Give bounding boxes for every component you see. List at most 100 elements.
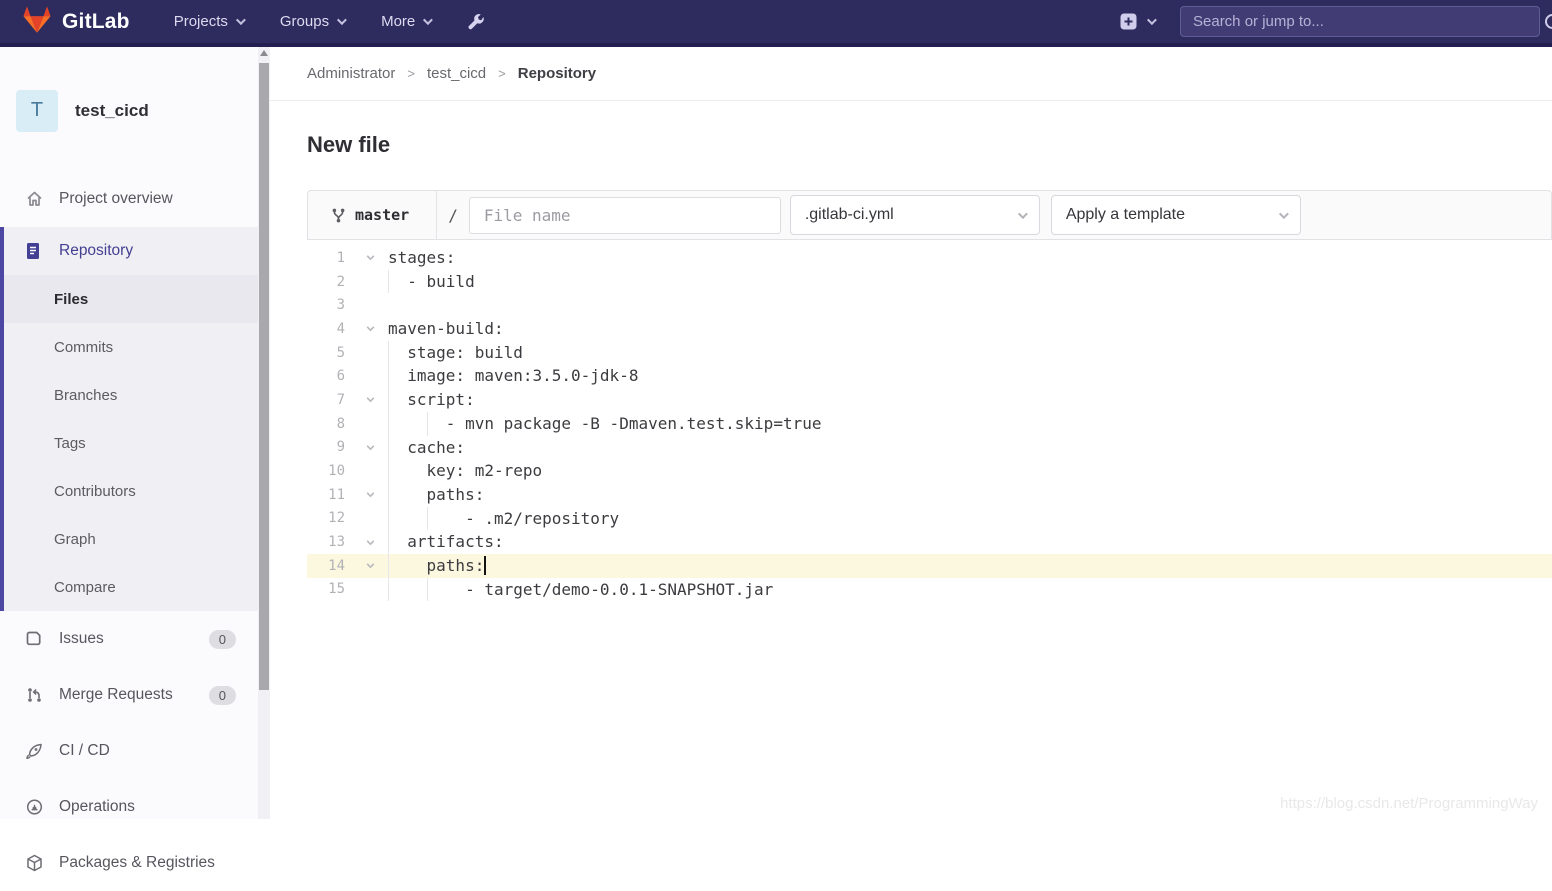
gitlab-home-link[interactable]: GitLab [22, 5, 130, 39]
admin-area-button[interactable] [466, 12, 485, 31]
code-line-6[interactable]: 6 image: maven:3.5.0-jdk-8 [307, 364, 1552, 388]
new-item-menu[interactable] [1120, 13, 1154, 30]
code-line-1[interactable]: 1stages: [307, 246, 1552, 270]
sidebar-subitem-tags[interactable]: Tags [4, 419, 258, 467]
code-text[interactable]: paths: [383, 483, 1552, 507]
sidebar-item-merge-requests[interactable]: Merge Requests0 [0, 667, 258, 723]
sidebar-subitem-graph[interactable]: Graph [4, 515, 258, 563]
line-number: 9 [307, 439, 357, 455]
breadcrumb-administrator[interactable]: Administrator [307, 65, 395, 82]
chevron-down-icon [1018, 209, 1028, 219]
branch-name: master [355, 206, 409, 224]
indent-guide [388, 412, 389, 436]
code-line-2[interactable]: 2 - build [307, 270, 1552, 294]
sidebar-subitem-contributors[interactable]: Contributors [4, 467, 258, 515]
fold-toggle-icon[interactable] [357, 560, 383, 571]
path-separator: / [448, 206, 458, 225]
file-name-input[interactable] [469, 197, 781, 234]
sidebar-nav: Project overview Repository Files Commits Br… [0, 171, 258, 891]
menu-projects[interactable]: Projects [174, 13, 243, 30]
line-number: 14 [307, 558, 357, 574]
code-text[interactable]: stage: build [383, 341, 1552, 365]
code-text[interactable]: artifacts: [383, 530, 1552, 554]
code-line-3[interactable]: 3 [307, 293, 1552, 317]
code-text[interactable]: paths: [383, 554, 1552, 578]
line-number: 8 [307, 416, 357, 432]
fold-toggle-icon[interactable] [357, 489, 383, 500]
project-avatar: T [16, 90, 58, 132]
code-text[interactable]: - target/demo-0.0.1-SNAPSHOT.jar [383, 578, 1552, 602]
code-text[interactable]: stages: [383, 246, 1552, 270]
code-text[interactable]: image: maven:3.5.0-jdk-8 [383, 364, 1552, 388]
line-number: 10 [307, 463, 357, 479]
menu-groups[interactable]: Groups [280, 13, 344, 30]
code-line-13[interactable]: 13 artifacts: [307, 530, 1552, 554]
sidebar-item-repository[interactable]: Repository [4, 227, 258, 275]
merge-icon [25, 686, 44, 705]
git-branch-icon [331, 207, 346, 224]
code-text[interactable]: - .m2/repository [383, 507, 1552, 531]
indent-guide [388, 270, 389, 294]
fold-toggle-icon[interactable] [357, 323, 383, 334]
sidebar-item-label: Operations [59, 798, 135, 816]
breadcrumb-project[interactable]: test_cicd [427, 65, 486, 82]
sidebar-subitem-label: Graph [54, 531, 96, 548]
code-line-9[interactable]: 9 cache: [307, 436, 1552, 460]
code-line-15[interactable]: 15 - target/demo-0.0.1-SNAPSHOT.jar [307, 578, 1552, 602]
code-line-5[interactable]: 5 stage: build [307, 341, 1552, 365]
ops-icon [25, 798, 44, 817]
code-line-14[interactable]: 14 paths: [307, 554, 1552, 578]
sidebar-item-ci-cd[interactable]: CI / CD [0, 723, 258, 779]
line-number: 15 [307, 581, 357, 597]
search-input[interactable] [1180, 6, 1540, 37]
search-icon[interactable] [1545, 14, 1552, 29]
code-line-4[interactable]: 4maven-build: [307, 317, 1552, 341]
sidebar-subitem-files[interactable]: Files [4, 275, 258, 323]
indent-guide [388, 364, 389, 388]
code-text[interactable]: - build [383, 270, 1552, 294]
project-home-link[interactable]: T test_cicd [0, 47, 270, 155]
template-select[interactable]: Apply a template [1051, 195, 1301, 235]
branch-selector[interactable]: master [331, 206, 409, 224]
line-number: 2 [307, 274, 357, 290]
sidebar-subitem-label: Contributors [54, 483, 136, 500]
chevron-down-icon [236, 15, 246, 25]
sidebar-item-label: Project overview [59, 190, 173, 208]
code-text[interactable]: cache: [383, 436, 1552, 460]
sidebar-subitem-compare[interactable]: Compare [4, 563, 258, 611]
code-line-12[interactable]: 12 - .m2/repository [307, 507, 1552, 531]
indent-guide [427, 412, 428, 436]
sidebar-item-project-overview[interactable]: Project overview [0, 171, 258, 227]
fold-toggle-icon[interactable] [357, 442, 383, 453]
code-line-7[interactable]: 7 script: [307, 388, 1552, 412]
sidebar-item-packages-registries[interactable]: Packages & Registries [0, 835, 258, 891]
wrench-icon [466, 12, 485, 31]
code-text[interactable]: script: [383, 388, 1552, 412]
code-line-10[interactable]: 10 key: m2-repo [307, 459, 1552, 483]
main-content: Administrator > test_cicd > Repository N… [270, 47, 1552, 819]
sidebar-item-operations[interactable]: Operations [0, 779, 258, 835]
sidebar-item-issues[interactable]: Issues0 [0, 611, 258, 667]
menu-more[interactable]: More [381, 13, 430, 30]
sidebar-scrollbar[interactable] [258, 47, 270, 819]
code-line-11[interactable]: 11 paths: [307, 483, 1552, 507]
code-text[interactable]: maven-build: [383, 317, 1552, 341]
sidebar-item-label: Repository [59, 242, 133, 260]
code-text[interactable]: - mvn package -B -Dmaven.test.skip=true [383, 412, 1552, 436]
fold-toggle-icon[interactable] [357, 252, 383, 263]
sidebar-subitem-branches[interactable]: Branches [4, 371, 258, 419]
code-editor[interactable]: 1stages:2 - build34maven-build:5 stage: … [307, 240, 1552, 601]
page-title: New file [307, 132, 1552, 158]
fold-toggle-icon[interactable] [357, 537, 383, 548]
scrollbar-up-arrow-icon[interactable] [260, 50, 268, 56]
fold-toggle-icon[interactable] [357, 394, 383, 405]
sidebar-subitem-label: Tags [54, 435, 86, 452]
sidebar-subitem-label: Commits [54, 339, 113, 356]
watermark: https://blog.csdn.net/ProgrammingWay [1280, 795, 1538, 812]
code-text[interactable]: key: m2-repo [383, 459, 1552, 483]
file-type-select[interactable]: .gitlab-ci.yml [790, 195, 1040, 235]
breadcrumb-repository[interactable]: Repository [518, 65, 596, 82]
code-line-8[interactable]: 8 - mvn package -B -Dmaven.test.skip=tru… [307, 412, 1552, 436]
sidebar-subitem-commits[interactable]: Commits [4, 323, 258, 371]
scrollbar-thumb[interactable] [259, 63, 269, 690]
